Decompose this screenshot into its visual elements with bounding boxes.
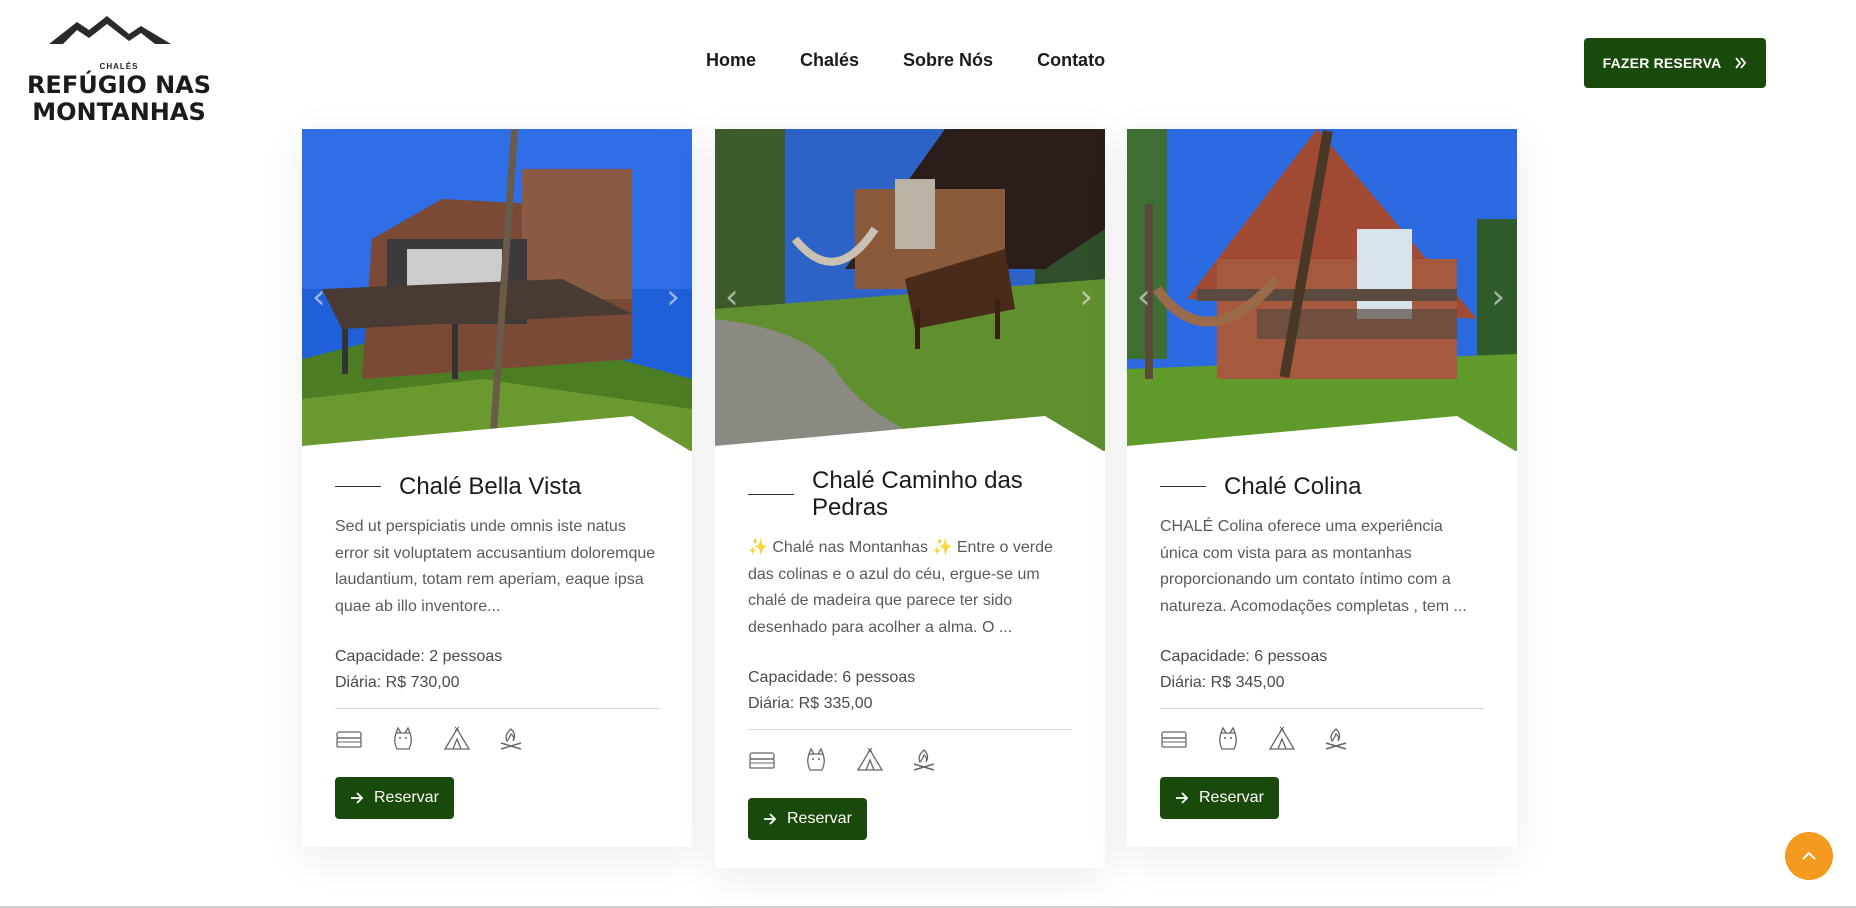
nav-sobre-nos[interactable]: Sobre Nós <box>903 50 993 71</box>
arrow-right-icon <box>764 813 777 825</box>
reservar-button[interactable]: Reservar <box>335 777 454 819</box>
divider <box>335 708 659 709</box>
chalet-photo-carousel[interactable]: ‹ › <box>715 129 1105 451</box>
chalet-title[interactable]: Chalé Colina <box>1224 473 1361 500</box>
bed-icon <box>335 725 363 753</box>
chalet-price: Diária: R$ 345,00 <box>1160 674 1285 691</box>
chalet-capacity: Capacidade: 6 pessoas <box>1160 648 1328 665</box>
chevron-right-icon[interactable]: › <box>666 277 680 317</box>
arrow-right-icon <box>1176 792 1189 804</box>
chalet-photo-carousel[interactable]: ‹ › <box>1127 129 1517 451</box>
pet-cat-icon <box>802 746 830 774</box>
divider <box>1160 708 1484 709</box>
chalet-description: CHALÉ Colina oferece uma experiência úni… <box>1160 518 1467 615</box>
chalet-price: Diária: R$ 730,00 <box>335 674 460 691</box>
bed-icon <box>1160 725 1188 753</box>
fazer-reserva-label: FAZER RESERVA <box>1602 55 1722 71</box>
pet-cat-icon <box>389 725 417 753</box>
chalet-title[interactable]: Chalé Bella Vista <box>399 473 581 500</box>
chalet-photo <box>1127 129 1517 451</box>
chevron-up-icon <box>1802 851 1816 860</box>
chevron-left-icon[interactable]: ‹ <box>312 277 326 317</box>
fazer-reserva-button[interactable]: FAZER RESERVA <box>1584 38 1766 88</box>
reservar-button[interactable]: Reservar <box>748 798 867 840</box>
reservar-button[interactable]: Reservar <box>1160 777 1279 819</box>
title-rule <box>748 493 794 495</box>
title-rule <box>335 486 381 487</box>
bed-icon <box>748 746 776 774</box>
reservar-label: Reservar <box>374 789 439 806</box>
chevron-right-icon[interactable]: › <box>1079 277 1093 317</box>
chalet-description: Sed ut perspiciatis unde omnis iste natu… <box>335 518 656 615</box>
campfire-icon <box>497 725 525 753</box>
chalet-capacity: Capacidade: 6 pessoas <box>748 669 916 686</box>
chalet-title[interactable]: Chalé Caminho das Pedras <box>812 467 1072 521</box>
amenities-list <box>748 746 1072 774</box>
chalet-card: ‹ › Chalé Colina CHALÉ Colina oferece um… <box>1127 129 1517 847</box>
pet-cat-icon <box>1214 725 1242 753</box>
nav-home[interactable]: Home <box>706 50 756 71</box>
campfire-icon <box>1322 725 1350 753</box>
chalet-capacity: Capacidade: 2 pessoas <box>335 648 503 665</box>
chalet-price: Diária: R$ 335,00 <box>748 695 873 712</box>
logo-tagline: CHALÉS <box>99 62 139 71</box>
chalet-description: ✨ Chalé nas Montanhas ✨ Entre o verde da… <box>748 539 1053 636</box>
campfire-icon <box>910 746 938 774</box>
tent-icon <box>1268 725 1296 753</box>
tent-icon <box>856 746 884 774</box>
reservar-label: Reservar <box>787 810 852 827</box>
nav-chales[interactable]: Chalés <box>800 50 859 71</box>
chevron-right-icon[interactable]: › <box>1491 277 1505 317</box>
site-logo[interactable]: CHALÉS REFÚGIO NAS MONTANHAS <box>24 16 214 126</box>
title-rule <box>1160 486 1206 487</box>
chalet-photo <box>715 129 1105 451</box>
nav-contato[interactable]: Contato <box>1037 50 1105 71</box>
site-header: CHALÉS REFÚGIO NAS MONTANHAS Home Chalés… <box>0 0 1856 126</box>
main-nav: Home Chalés Sobre Nós Contato <box>706 50 1105 71</box>
tent-icon <box>443 725 471 753</box>
amenities-list <box>1160 725 1484 753</box>
logo-line-1: REFÚGIO NAS <box>26 71 212 99</box>
divider <box>748 729 1072 730</box>
mountains-logo-icon <box>49 16 171 44</box>
reservar-label: Reservar <box>1199 789 1264 806</box>
chalet-photo-carousel[interactable]: ‹ › <box>302 129 692 451</box>
chalet-photo <box>302 129 692 451</box>
arrow-right-icon <box>351 792 364 804</box>
chalet-card: ‹ › Chalé Bella Vista Sed ut perspiciati… <box>302 129 692 847</box>
scroll-to-top-button[interactable] <box>1785 832 1833 880</box>
chalet-card: ‹ › Chalé Caminho das Pedras ✨ Chalé nas… <box>715 129 1105 868</box>
chevron-left-icon[interactable]: ‹ <box>725 277 739 317</box>
double-chevron-right-icon <box>1735 57 1747 69</box>
amenities-list <box>335 725 659 753</box>
chevron-left-icon[interactable]: ‹ <box>1137 277 1151 317</box>
logo-line-2: MONTANHAS <box>32 98 206 126</box>
